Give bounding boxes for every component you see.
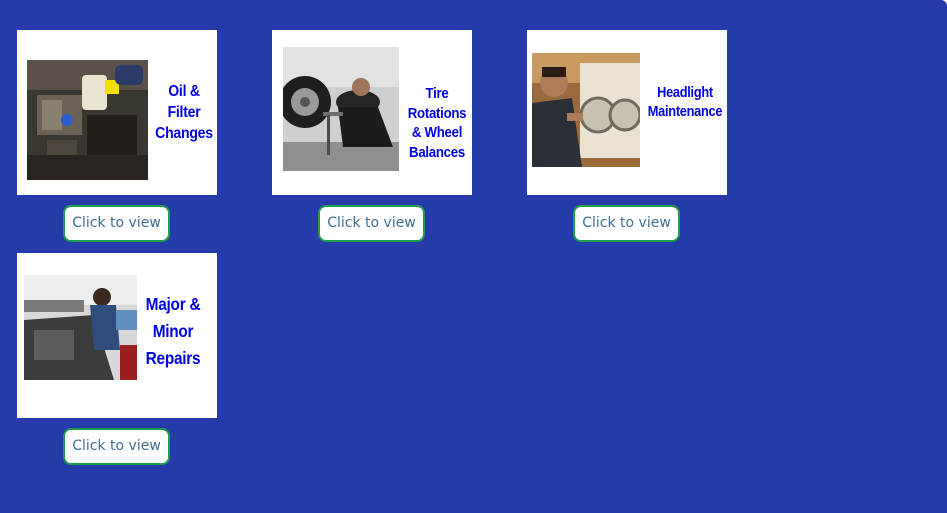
caption-line: Maintenance bbox=[647, 103, 723, 120]
caption-line: & Wheel bbox=[411, 124, 463, 141]
service-image-repairs[interactable]: Major & Minor Repairs bbox=[17, 253, 217, 418]
caption-line: Rotations bbox=[407, 104, 467, 122]
service-tile-headlight: Headlight Maintenance Click to view bbox=[527, 30, 727, 242]
caption-line: Oil & bbox=[168, 83, 200, 100]
caption-line: Repairs bbox=[145, 348, 201, 369]
headlight-technician-photo bbox=[532, 53, 640, 167]
click-to-view-button-tire-rotation[interactable]: Click to view bbox=[318, 205, 425, 242]
caption-line: Changes bbox=[155, 124, 213, 142]
engine-repair-photo bbox=[24, 275, 137, 380]
service-caption-tire-rotation: Tire Rotations & Wheel Balances bbox=[404, 84, 471, 162]
caption-line: Minor bbox=[152, 321, 194, 342]
caption-line: Balances bbox=[409, 143, 465, 161]
click-to-view-button-headlight[interactable]: Click to view bbox=[573, 205, 680, 242]
service-image-headlight[interactable]: Headlight Maintenance bbox=[527, 30, 727, 195]
click-to-view-button-oil-filter[interactable]: Click to view bbox=[63, 205, 170, 242]
caption-line: Major & bbox=[145, 294, 201, 314]
service-image-tire-rotation[interactable]: Tire Rotations & Wheel Balances bbox=[272, 30, 472, 195]
services-panel: Oil & Filter Changes Click to view Tire … bbox=[0, 0, 947, 513]
mechanic-wheel-photo bbox=[283, 47, 399, 171]
caption-line: Headlight bbox=[657, 85, 713, 101]
service-tile-tire-rotation: Tire Rotations & Wheel Balances Click to… bbox=[272, 30, 472, 242]
caption-line: Filter bbox=[167, 103, 201, 121]
service-caption-oil-filter: Oil & Filter Changes bbox=[155, 82, 213, 144]
service-image-oil-filter[interactable]: Oil & Filter Changes bbox=[17, 30, 217, 195]
engine-oil-photo bbox=[27, 60, 148, 180]
click-to-view-button-repairs[interactable]: Click to view bbox=[63, 428, 170, 465]
service-tile-oil-filter: Oil & Filter Changes Click to view bbox=[17, 30, 217, 242]
service-caption-repairs: Major & Minor Repairs bbox=[143, 291, 203, 372]
service-caption-headlight: Headlight Maintenance bbox=[645, 84, 724, 122]
service-tile-repairs: Major & Minor Repairs Click to view bbox=[17, 253, 217, 465]
caption-line: Tire bbox=[425, 85, 449, 102]
